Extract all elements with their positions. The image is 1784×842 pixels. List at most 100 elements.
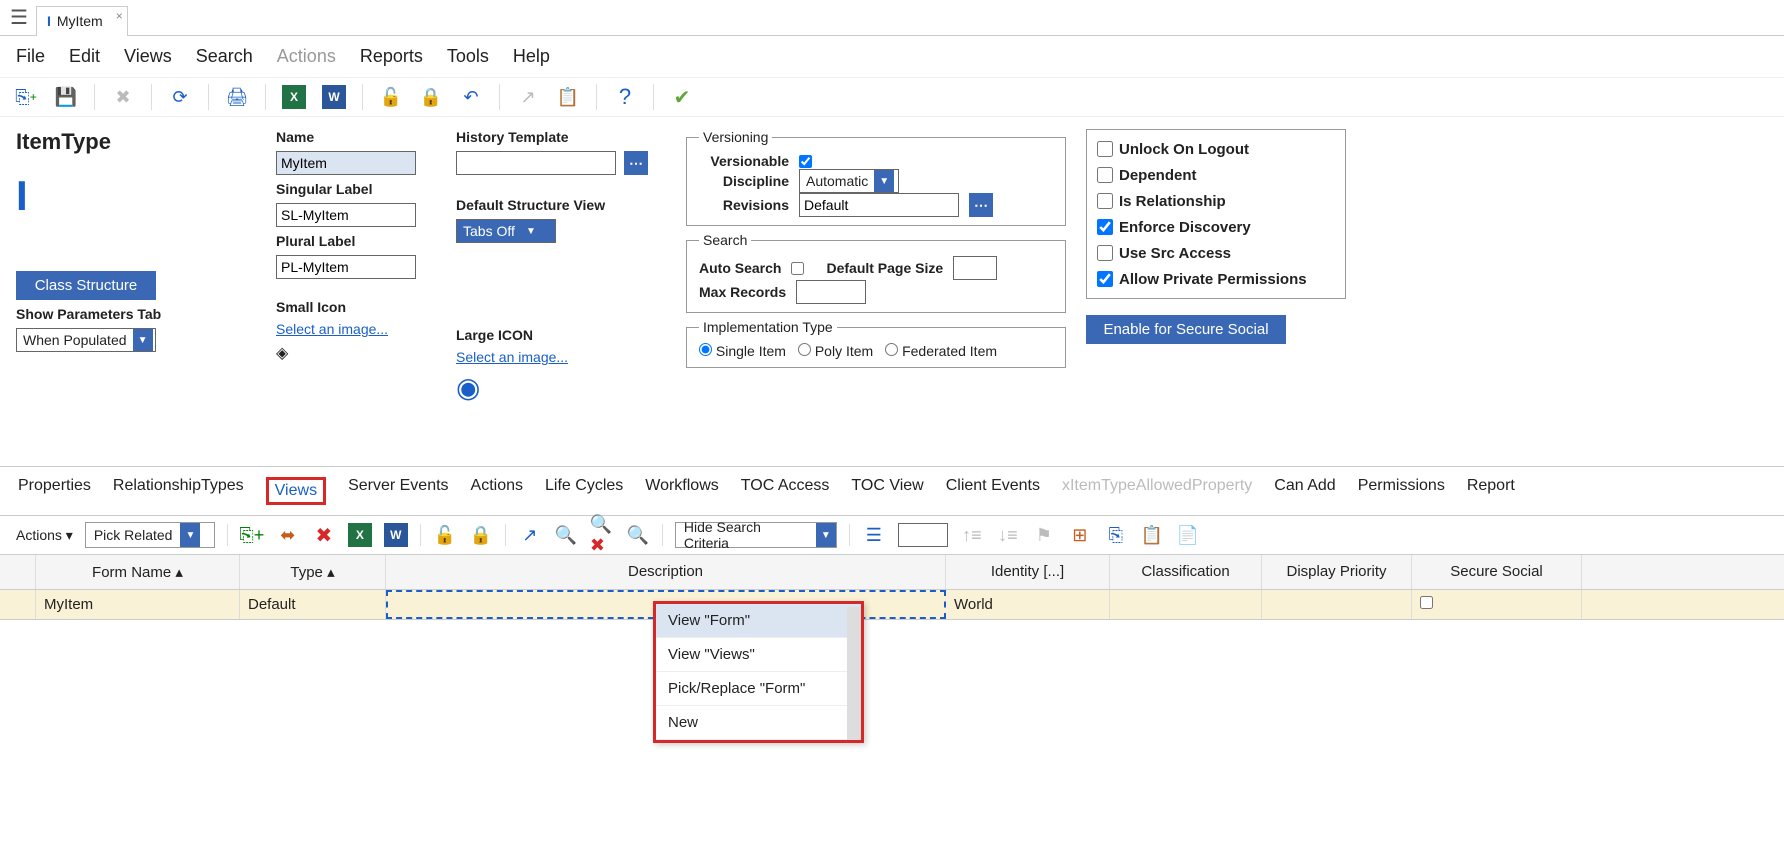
revisions-browse-button[interactable]: ⋯ (969, 193, 993, 217)
search-row-icon[interactable]: 🔍 (554, 523, 578, 547)
is-rel-check[interactable] (1097, 193, 1113, 209)
lock-icon[interactable]: 🔒 (419, 85, 443, 109)
layout-icon[interactable]: ⊞ (1068, 523, 1092, 547)
print-icon[interactable]: 🖨 (225, 85, 249, 109)
close-icon[interactable]: × (116, 9, 123, 23)
paste-icon[interactable]: 📋 (556, 85, 580, 109)
enable-social-button[interactable]: Enable for Secure Social (1086, 315, 1286, 344)
default-struct-select[interactable]: Tabs Off ▼ (456, 219, 556, 243)
auto-search-check[interactable] (791, 262, 804, 275)
menu-pick-replace[interactable]: Pick/Replace "Form" (656, 672, 861, 706)
paste-row-icon[interactable]: 📋 (1140, 523, 1164, 547)
hide-search-dropdown[interactable]: Hide Search Criteria ▼ (675, 522, 837, 548)
versionable-check[interactable] (799, 155, 812, 168)
discipline-select[interactable]: Automatic ▼ (799, 169, 899, 193)
menu-file[interactable]: File (16, 46, 45, 67)
list-icon[interactable]: ☰ (862, 523, 886, 547)
pick-related-dropdown[interactable]: Pick Related ▼ (85, 522, 215, 548)
tab-myitem[interactable]: I MyItem × (36, 6, 128, 36)
menu-views[interactable]: Views (124, 46, 172, 67)
unlock-row-icon[interactable]: 🔓 (433, 523, 457, 547)
undo-icon[interactable]: ↶ (459, 85, 483, 109)
enforce-check[interactable] (1097, 219, 1113, 235)
header-prio[interactable]: Display Priority (1262, 555, 1412, 589)
allow-priv-check[interactable] (1097, 271, 1113, 287)
excel-icon[interactable]: X (282, 85, 306, 109)
cell-identity[interactable]: World (946, 590, 1110, 619)
secure-check[interactable] (1420, 596, 1433, 609)
header-desc[interactable]: Description (386, 555, 946, 589)
filter-input[interactable] (898, 523, 948, 547)
tab-server-events[interactable]: Server Events (348, 477, 448, 505)
flag-icon[interactable]: ⚑ (1032, 523, 1056, 547)
tab-life-cycles[interactable]: Life Cycles (545, 477, 623, 505)
plural-input[interactable] (276, 255, 416, 279)
cell-type[interactable]: Default (240, 590, 386, 619)
doc-icon[interactable]: 📄 (1176, 523, 1200, 547)
sort-asc-icon[interactable]: ↑≡ (960, 523, 984, 547)
header-identity[interactable]: Identity [...] (946, 555, 1110, 589)
sub-actions-dropdown[interactable]: Actions ▾ (16, 527, 73, 544)
tab-client-events[interactable]: Client Events (946, 477, 1040, 505)
large-icon-link[interactable]: Select an image... (456, 349, 666, 365)
cell-form[interactable]: MyItem (36, 590, 240, 619)
menu-view-form[interactable]: View "Form" (656, 604, 861, 638)
menu-tools[interactable]: Tools (447, 46, 489, 67)
poly-item-radio[interactable]: Poly Item (798, 343, 873, 359)
default-page-size-input[interactable] (953, 256, 997, 280)
history-browse-button[interactable]: ⋯ (624, 151, 648, 175)
delete-row-icon[interactable]: ✖ (312, 523, 336, 547)
tab-views[interactable]: Views (266, 477, 326, 505)
single-item-radio[interactable]: Single Item (699, 343, 786, 359)
menu-new[interactable]: New (656, 706, 861, 740)
word-icon[interactable]: W (322, 85, 346, 109)
max-records-input[interactable] (796, 280, 866, 304)
hamburger-icon[interactable]: ☰ (10, 5, 28, 30)
history-input[interactable] (456, 151, 616, 175)
tab-permissions[interactable]: Permissions (1358, 477, 1445, 505)
tab-reports[interactable]: Report (1467, 477, 1515, 505)
word-export-icon[interactable]: W (384, 523, 408, 547)
header-class[interactable]: Classification (1110, 555, 1262, 589)
header-form[interactable]: Form Name ▴ (36, 555, 240, 589)
excel-export-icon[interactable]: X (348, 523, 372, 547)
revisions-input[interactable] (799, 193, 959, 217)
tab-properties[interactable]: Properties (18, 477, 91, 505)
delete-icon[interactable]: ✖ (111, 85, 135, 109)
sort-desc-icon[interactable]: ↓≡ (996, 523, 1020, 547)
menu-search[interactable]: Search (196, 46, 253, 67)
save-icon[interactable]: 💾 (54, 85, 78, 109)
tab-can-add[interactable]: Can Add (1274, 477, 1335, 505)
tab-actions[interactable]: Actions (471, 477, 523, 505)
cell-prio[interactable] (1262, 590, 1412, 619)
done-icon[interactable]: ✔ (670, 85, 694, 109)
search-cancel-icon[interactable]: 🔍✖ (590, 523, 614, 547)
header-secure[interactable]: Secure Social (1412, 555, 1582, 589)
lock-row-icon[interactable]: 🔒 (469, 523, 493, 547)
cell-secure[interactable] (1412, 590, 1582, 619)
table-row[interactable]: MyItem Default World (0, 590, 1784, 620)
menu-actions[interactable]: Actions (277, 46, 336, 67)
use-src-check[interactable] (1097, 245, 1113, 261)
menu-view-views[interactable]: View "Views" (656, 638, 861, 672)
tab-toc-view[interactable]: TOC View (851, 477, 923, 505)
class-structure-button[interactable]: Class Structure (16, 271, 156, 300)
copy-icon[interactable]: ⎘ (1104, 523, 1128, 547)
singular-input[interactable] (276, 203, 416, 227)
unlock-icon[interactable]: 🔓 (379, 85, 403, 109)
promote-row-icon[interactable]: ↗ (518, 523, 542, 547)
menu-reports[interactable]: Reports (360, 46, 423, 67)
menu-help[interactable]: Help (513, 46, 550, 67)
cell-class[interactable] (1110, 590, 1262, 619)
tab-toc-access[interactable]: TOC Access (741, 477, 830, 505)
tab-workflows[interactable]: Workflows (645, 477, 719, 505)
menu-edit[interactable]: Edit (69, 46, 100, 67)
tab-reltypes[interactable]: RelationshipTypes (113, 477, 244, 505)
new-icon[interactable]: ⎘+ (14, 85, 38, 109)
help-icon[interactable]: ? (613, 85, 637, 109)
promote-icon[interactable]: ↗ (516, 85, 540, 109)
scrollbar[interactable] (847, 607, 861, 740)
small-icon-link[interactable]: Select an image... (276, 321, 436, 337)
header-type[interactable]: Type ▴ (240, 555, 386, 589)
name-input[interactable] (276, 151, 416, 175)
